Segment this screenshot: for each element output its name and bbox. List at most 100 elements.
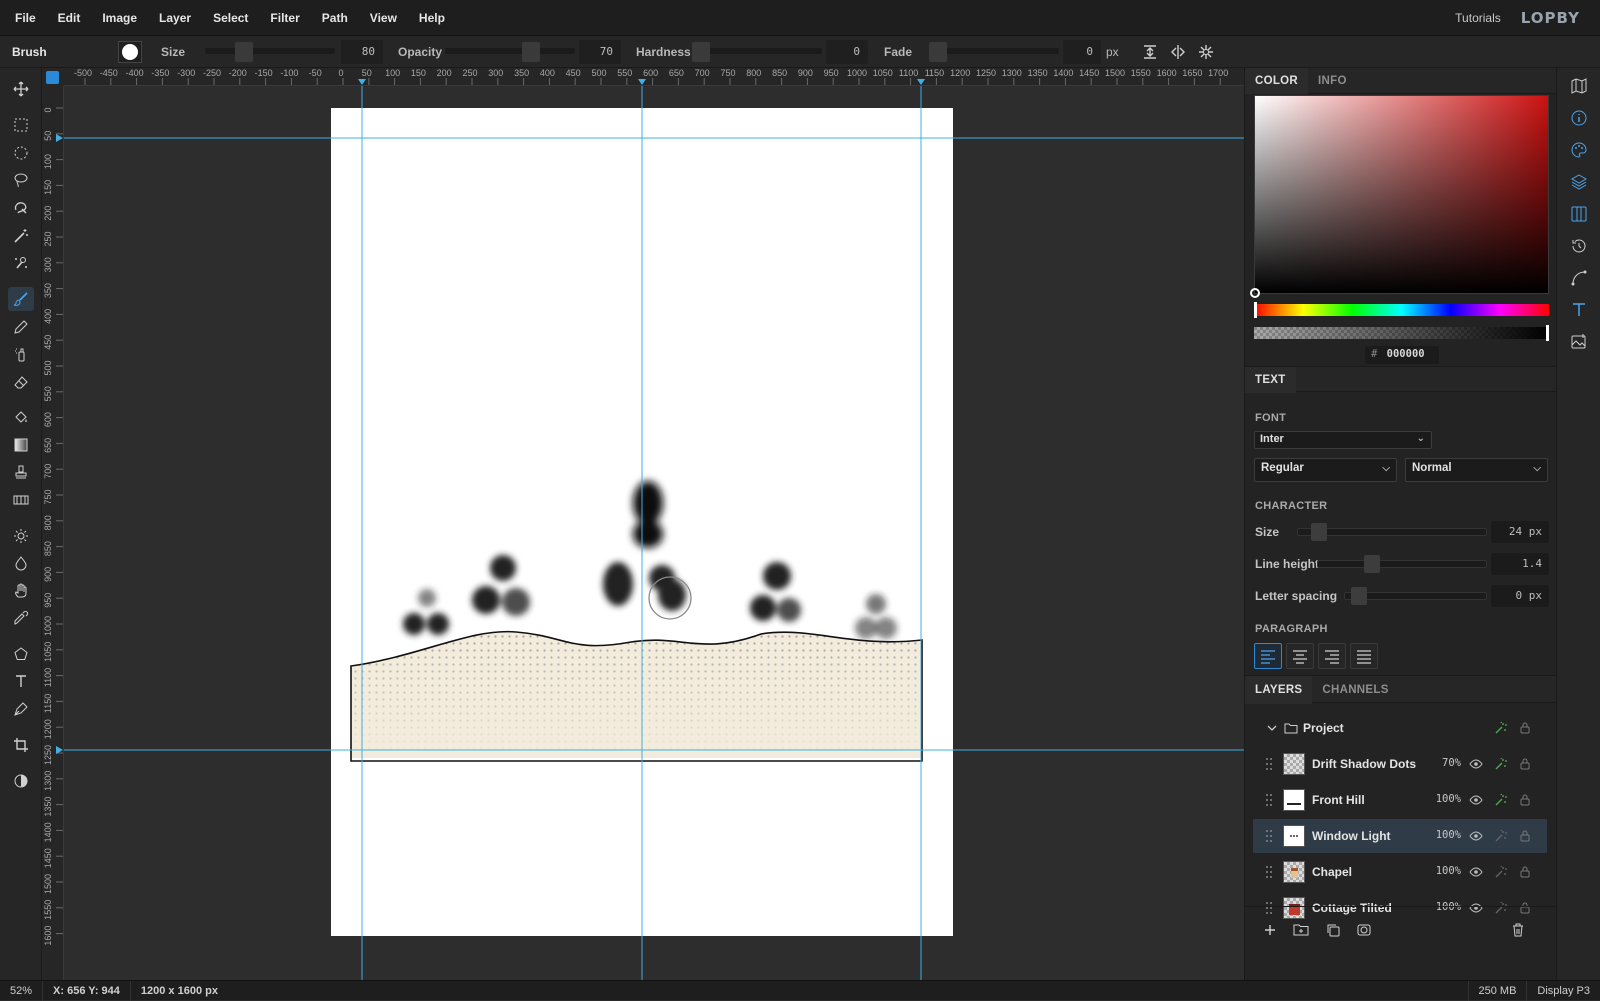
align-justify-button[interactable] [1350, 643, 1378, 669]
letter-spacing-value[interactable]: 0 px [1491, 585, 1549, 607]
ruler-left[interactable]: 0 50 100 150 200 250 300 350 400 450 500 550 600 650 7… [42, 86, 64, 980]
drag-handle-icon[interactable] [1265, 793, 1273, 807]
opacity-slider[interactable] [445, 48, 575, 54]
fx-effects-icon[interactable] [1494, 757, 1508, 771]
font-weight-select[interactable]: Regular ⌵ [1254, 458, 1397, 482]
guide-marker[interactable] [358, 79, 366, 85]
fade-value[interactable]: 0 [1063, 40, 1101, 64]
flip-vertical-icon[interactable] [1141, 43, 1159, 61]
dodge-tool[interactable] [8, 524, 34, 548]
align-left-button[interactable] [1254, 643, 1282, 669]
tab-layers[interactable]: LAYERS [1245, 676, 1313, 704]
text-tool[interactable] [8, 669, 34, 693]
mandala-icon[interactable] [1197, 43, 1215, 61]
crop-tool[interactable] [8, 733, 34, 757]
smudge-tool[interactable] [8, 579, 34, 603]
layers-icon[interactable] [1570, 173, 1588, 191]
info-icon[interactable] [1570, 109, 1588, 127]
color-profile[interactable]: Display P3 [1526, 980, 1600, 1001]
layer-opacity[interactable]: 100% [1429, 793, 1461, 805]
chevron-down-icon[interactable] [1265, 721, 1279, 735]
symmetry-icon[interactable] [1169, 43, 1187, 61]
fx-effects-icon[interactable] [1494, 793, 1508, 807]
fill-tool[interactable] [8, 405, 34, 429]
stamp-tool[interactable] [8, 460, 34, 484]
layer-row[interactable]: Chapel 100% [1253, 855, 1547, 889]
drag-handle-icon[interactable] [1265, 865, 1273, 879]
menu-path[interactable]: Path [311, 11, 359, 25]
guide-marker[interactable] [917, 79, 925, 85]
align-right-button[interactable] [1318, 643, 1346, 669]
palette-icon[interactable] [1570, 141, 1588, 159]
lock-icon[interactable] [1518, 865, 1532, 879]
alpha-slider-thumb[interactable] [1546, 325, 1549, 341]
lock-icon[interactable] [1518, 793, 1532, 807]
menu-image[interactable]: Image [91, 11, 148, 25]
trash-icon[interactable] [1510, 922, 1526, 938]
pattern-tool[interactable] [8, 488, 34, 512]
eye-icon[interactable] [1469, 757, 1483, 771]
menu-help[interactable]: Help [408, 11, 456, 25]
spray-tool[interactable] [8, 342, 34, 366]
menu-file[interactable]: File [0, 11, 47, 25]
fx-effects-icon[interactable] [1494, 829, 1508, 843]
eye-icon[interactable] [1469, 793, 1483, 807]
layer-opacity[interactable]: 70% [1429, 757, 1461, 769]
brush-preview[interactable] [118, 41, 142, 63]
menu-view[interactable]: View [359, 11, 408, 25]
eraser-tool[interactable] [8, 370, 34, 394]
ellipse-select-tool[interactable] [8, 141, 34, 165]
eye-icon[interactable] [1469, 829, 1483, 843]
pen-tool[interactable] [8, 697, 34, 721]
duplicate-layer-icon[interactable] [1325, 922, 1341, 938]
letter-spacing-slider-thumb[interactable] [1351, 587, 1367, 605]
shape-tool[interactable] [8, 642, 34, 666]
layer-opacity[interactable]: 100% [1429, 829, 1461, 841]
color-picker-handle[interactable] [1250, 288, 1260, 298]
hex-input[interactable]: # 000000 [1365, 346, 1439, 364]
hue-slider[interactable] [1254, 304, 1549, 316]
lasso-tool[interactable] [8, 168, 34, 192]
fx-effects-icon[interactable] [1494, 865, 1508, 879]
path-curve-icon[interactable] [1570, 269, 1588, 287]
hardness-slider-thumb[interactable] [692, 42, 710, 62]
color-picker-field[interactable] [1254, 95, 1549, 294]
rect-select-tool[interactable] [8, 113, 34, 137]
tutorials-link[interactable]: Tutorials [1455, 11, 1501, 25]
hardness-slider[interactable] [692, 48, 822, 54]
line-height-slider[interactable] [1317, 560, 1487, 568]
add-layer-icon[interactable] [1262, 922, 1278, 938]
image-add-icon[interactable] [1570, 333, 1588, 351]
magnetic-lasso-tool[interactable] [8, 196, 34, 220]
gradient-tool[interactable] [8, 433, 34, 457]
char-size-value[interactable]: 24 px [1491, 521, 1549, 543]
tab-channels[interactable]: CHANNELS [1312, 676, 1398, 704]
columns-icon[interactable] [1570, 205, 1588, 223]
size-slider-thumb[interactable] [235, 42, 253, 62]
char-size-slider-thumb[interactable] [1311, 523, 1327, 541]
tab-color[interactable]: COLOR [1245, 68, 1309, 94]
tab-text[interactable]: TEXT [1245, 367, 1296, 393]
quick-select-tool[interactable] [8, 251, 34, 275]
layer-opacity[interactable]: 100% [1429, 865, 1461, 877]
adjustment-tool[interactable] [8, 769, 34, 793]
font-style-select[interactable]: Normal ⌵ [1405, 458, 1548, 482]
magic-wand-tool[interactable] [8, 224, 34, 248]
ruler-corner[interactable] [42, 68, 64, 86]
guide-marker[interactable] [56, 134, 63, 142]
lock-icon[interactable] [1518, 757, 1532, 771]
lock-icon[interactable] [1518, 721, 1532, 735]
navigator-icon[interactable] [1570, 77, 1588, 95]
layer-row[interactable]: Drift Shadow Dots 70% [1253, 747, 1547, 781]
layer-group-project[interactable]: Project [1253, 711, 1547, 745]
opacity-slider-thumb[interactable] [522, 42, 540, 62]
fade-slider-thumb[interactable] [929, 42, 947, 62]
drag-handle-icon[interactable] [1265, 757, 1273, 771]
canvas-workspace[interactable] [64, 86, 1244, 980]
menu-layer[interactable]: Layer [148, 11, 202, 25]
align-center-button[interactable] [1286, 643, 1314, 669]
pencil-tool[interactable] [8, 315, 34, 339]
menu-edit[interactable]: Edit [47, 11, 92, 25]
drag-handle-icon[interactable] [1265, 829, 1273, 843]
brush-tool[interactable] [8, 287, 34, 311]
